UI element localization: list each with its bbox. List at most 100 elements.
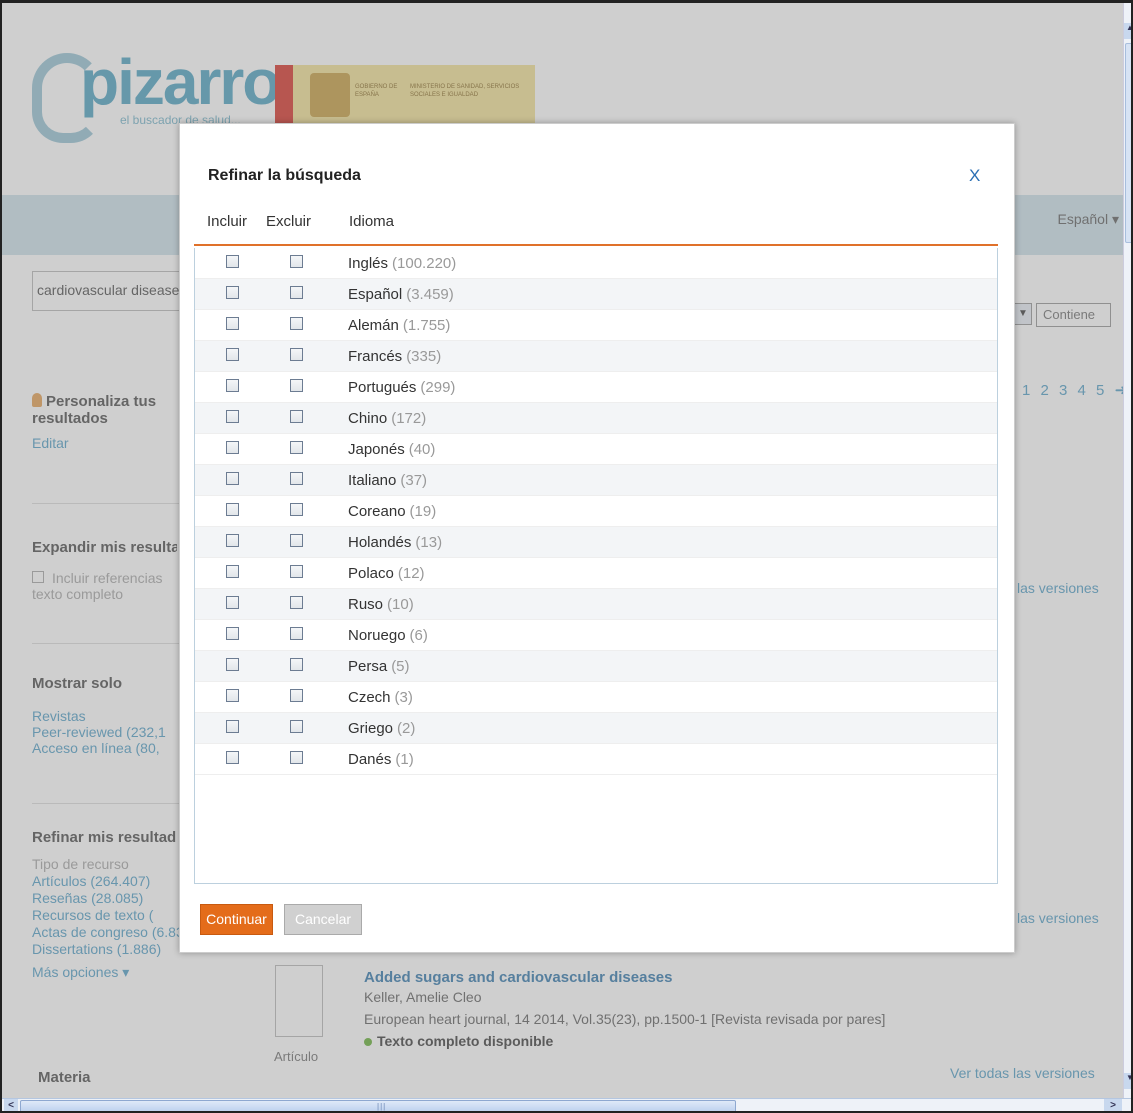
- horizontal-scroll-thumb[interactable]: |||: [20, 1100, 736, 1111]
- language-option: Español (3.459): [348, 286, 454, 303]
- include-checkbox[interactable]: [226, 627, 239, 640]
- language-row: Francés (335): [195, 341, 997, 372]
- language-option: Holandés (13): [348, 534, 442, 551]
- browser-window: pizarro el buscador de salud... GOBIERNO…: [0, 0, 1133, 1113]
- language-name: Japonés: [348, 441, 405, 458]
- exclude-checkbox[interactable]: [290, 720, 303, 733]
- language-row: Inglés (100.220): [195, 248, 997, 279]
- language-row: Alemán (1.755): [195, 310, 997, 341]
- language-option: Coreano (19): [348, 503, 436, 520]
- include-checkbox[interactable]: [226, 441, 239, 454]
- language-row: Danés (1): [195, 744, 997, 775]
- language-row: Japonés (40): [195, 434, 997, 465]
- language-option: Czech (3): [348, 689, 413, 706]
- language-option: Italiano (37): [348, 472, 427, 489]
- include-checkbox[interactable]: [226, 596, 239, 609]
- language-count: (10): [387, 596, 414, 613]
- exclude-checkbox[interactable]: [290, 689, 303, 702]
- exclude-checkbox[interactable]: [290, 317, 303, 330]
- language-name: Español: [348, 286, 403, 303]
- language-header: Idioma: [349, 213, 395, 230]
- language-name: Noruego: [348, 627, 406, 644]
- language-name: Inglés: [348, 255, 389, 272]
- language-option: Noruego (6): [348, 627, 428, 644]
- language-name: Francés: [348, 348, 403, 365]
- scroll-thumb[interactable]: [1125, 43, 1131, 243]
- language-option: Alemán (1.755): [348, 317, 450, 334]
- continue-button[interactable]: Continuar: [200, 904, 273, 935]
- exclude-checkbox[interactable]: [290, 472, 303, 485]
- language-name: Griego: [348, 720, 394, 737]
- language-option: Persa (5): [348, 658, 410, 675]
- dialog-title: Refinar la búsqueda: [208, 167, 361, 184]
- scroll-down-icon[interactable]: ▼: [1124, 1073, 1131, 1089]
- exclude-checkbox[interactable]: [290, 441, 303, 454]
- language-count: (335): [406, 348, 442, 365]
- language-option: Japonés (40): [348, 441, 435, 458]
- language-name: Alemán: [348, 317, 399, 334]
- exclude-checkbox[interactable]: [290, 503, 303, 516]
- exclude-checkbox[interactable]: [290, 565, 303, 578]
- exclude-checkbox[interactable]: [290, 379, 303, 392]
- language-count: (3): [394, 689, 413, 706]
- language-option: Griego (2): [348, 720, 415, 737]
- language-name: Coreano: [348, 503, 406, 520]
- dialog-column-headers: Incluir Excluir Idioma: [194, 200, 998, 246]
- language-count: (3.459): [406, 286, 454, 303]
- language-row: Czech (3): [195, 682, 997, 713]
- include-checkbox[interactable]: [226, 689, 239, 702]
- exclude-checkbox[interactable]: [290, 286, 303, 299]
- language-count: (1): [395, 751, 414, 768]
- include-checkbox[interactable]: [226, 317, 239, 330]
- language-count: (172): [391, 410, 427, 427]
- language-row: Holandés (13): [195, 527, 997, 558]
- language-option: Portugués (299): [348, 379, 455, 396]
- include-checkbox[interactable]: [226, 348, 239, 361]
- exclude-checkbox[interactable]: [290, 627, 303, 640]
- cancel-button[interactable]: Cancelar: [284, 904, 362, 935]
- language-name: Polaco: [348, 565, 394, 582]
- language-name: Italiano: [348, 472, 397, 489]
- language-list: Inglés (100.220) Español (3.459) Alemán (1.75…: [194, 248, 998, 884]
- exclude-checkbox[interactable]: [290, 751, 303, 764]
- include-checkbox[interactable]: [226, 379, 239, 392]
- include-checkbox[interactable]: [226, 565, 239, 578]
- include-checkbox[interactable]: [226, 286, 239, 299]
- language-row: Griego (2): [195, 713, 997, 744]
- language-name: Czech: [348, 689, 391, 706]
- exclude-checkbox[interactable]: [290, 534, 303, 547]
- exclude-checkbox[interactable]: [290, 410, 303, 423]
- language-option: Ruso (10): [348, 596, 414, 613]
- exclude-checkbox[interactable]: [290, 348, 303, 361]
- scroll-right-icon[interactable]: >: [1104, 1099, 1122, 1111]
- include-checkbox[interactable]: [226, 410, 239, 423]
- language-count: (5): [391, 658, 410, 675]
- include-checkbox[interactable]: [226, 534, 239, 547]
- include-checkbox[interactable]: [226, 255, 239, 268]
- scroll-up-icon[interactable]: ▲: [1124, 23, 1131, 39]
- language-row: Persa (5): [195, 651, 997, 682]
- include-checkbox[interactable]: [226, 720, 239, 733]
- refine-search-dialog: Refinar la búsqueda X Incluir Excluir Id…: [179, 123, 1015, 953]
- exclude-header: Excluir: [266, 213, 312, 230]
- horizontal-scrollbar[interactable]: < ||| >: [2, 1098, 1131, 1111]
- language-count: (299): [420, 379, 456, 396]
- language-count: (37): [400, 472, 428, 489]
- language-option: Danés (1): [348, 751, 414, 768]
- exclude-checkbox[interactable]: [290, 255, 303, 268]
- vertical-scrollbar[interactable]: ▲ ▼: [1123, 3, 1131, 1098]
- include-checkbox[interactable]: [226, 658, 239, 671]
- exclude-checkbox[interactable]: [290, 658, 303, 671]
- scroll-left-icon[interactable]: <: [4, 1099, 18, 1111]
- include-checkbox[interactable]: [226, 751, 239, 764]
- language-row: Coreano (19): [195, 496, 997, 527]
- language-row: Noruego (6): [195, 620, 997, 651]
- close-icon[interactable]: X: [969, 166, 980, 186]
- language-count: (100.220): [392, 255, 457, 272]
- language-option: Inglés (100.220): [348, 255, 456, 272]
- language-name: Portugués: [348, 379, 417, 396]
- language-count: (2): [397, 720, 416, 737]
- include-checkbox[interactable]: [226, 503, 239, 516]
- exclude-checkbox[interactable]: [290, 596, 303, 609]
- include-checkbox[interactable]: [226, 472, 239, 485]
